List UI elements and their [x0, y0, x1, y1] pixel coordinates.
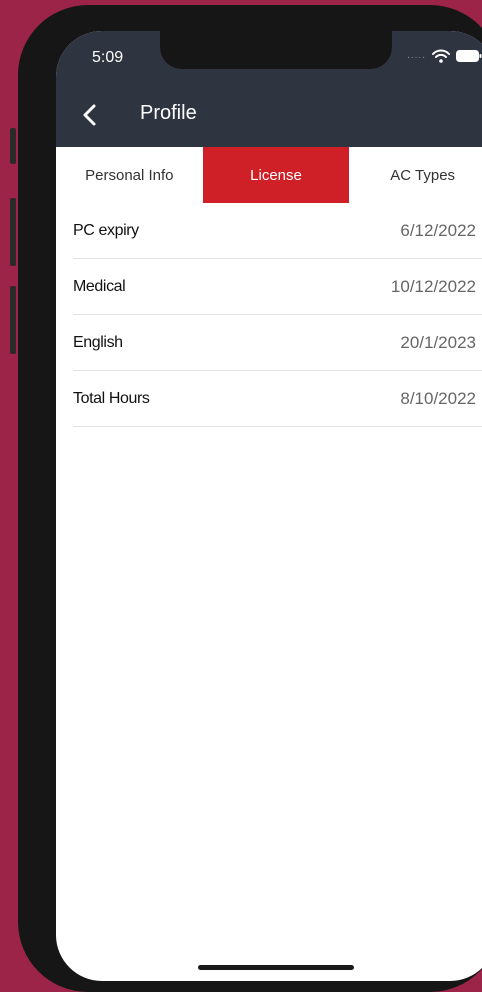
page-title: Profile	[140, 102, 197, 124]
back-chevron-icon[interactable]	[80, 103, 100, 127]
row-value: 6/12/2022	[400, 220, 476, 240]
tab-ac-types[interactable]: AC Types	[349, 147, 482, 203]
row-value: 20/1/2023	[400, 332, 476, 352]
volume-up-button	[10, 198, 16, 266]
row-value: 10/12/2022	[390, 276, 476, 296]
status-icons: .....	[407, 49, 482, 63]
row-label: English	[73, 333, 123, 351]
home-indicator[interactable]	[198, 965, 354, 970]
battery-icon	[456, 50, 482, 62]
row-label: Total Hours	[73, 389, 150, 407]
list-row-medical: Medical 10/12/2022	[73, 259, 482, 315]
volume-down-button	[10, 286, 16, 354]
list-row-pc-expiry: PC expiry 6/12/2022	[73, 203, 482, 259]
app-header: 5:09 ..... Profile	[56, 31, 482, 147]
list-row-total-hours: Total Hours 8/10/2022	[73, 371, 482, 427]
tab-license[interactable]: License	[202, 147, 350, 203]
status-time: 5:09	[92, 49, 124, 66]
row-label: PC expiry	[73, 221, 139, 239]
notch	[160, 31, 392, 69]
row-value: 8/10/2022	[400, 388, 476, 408]
signal-dots: .....	[407, 50, 426, 61]
phone-screen: 5:09 ..... Profile Personal Info License…	[56, 31, 482, 981]
mute-switch	[10, 128, 16, 164]
phone-frame: 5:09 ..... Profile Personal Info License…	[18, 5, 482, 992]
profile-tabs: Personal Info License AC Types	[56, 147, 482, 203]
tab-personal-info[interactable]: Personal Info	[56, 147, 203, 203]
license-list: PC expiry 6/12/2022 Medical 10/12/2022 E…	[56, 203, 482, 427]
wifi-icon	[432, 49, 450, 63]
row-label: Medical	[73, 277, 126, 295]
list-row-english: English 20/1/2023	[73, 315, 482, 371]
